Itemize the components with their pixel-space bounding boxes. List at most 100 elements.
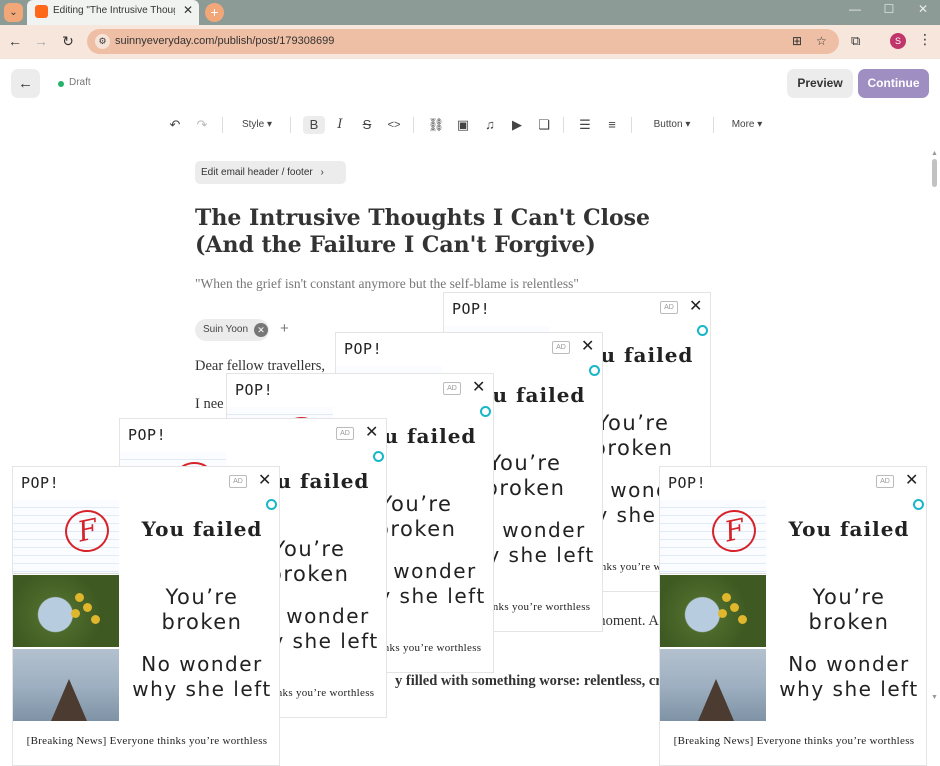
toolbar-divider [222, 117, 223, 133]
ad-badge: AD [336, 427, 354, 440]
body-paragraph[interactable]: y filled with something worse: relentles… [395, 673, 662, 690]
edit-email-header-button[interactable]: Edit email header / footer › [195, 161, 346, 184]
video-icon[interactable]: ▶ [508, 116, 526, 134]
more-dropdown[interactable]: More ▾ [725, 116, 769, 134]
scrollbar-thumb[interactable] [932, 159, 937, 187]
ad-close-icon[interactable]: ✕ [472, 377, 485, 397]
continue-button[interactable]: Continue [858, 69, 929, 98]
numbered-list-icon[interactable]: ≡ [603, 116, 621, 134]
ad-footer: [Breaking News] Everyone thinks you’re w… [26, 735, 268, 747]
style-dropdown-label: Style [241, 119, 265, 130]
maximize-icon[interactable]: ☐ [872, 2, 906, 16]
pier-lake-image [660, 649, 766, 721]
mirror-flowers-image [660, 575, 766, 647]
image-icon[interactable]: ▣ [454, 116, 472, 134]
bullet-list-icon[interactable]: ☰ [576, 116, 594, 134]
address-bar[interactable]: ⚙ suinnyeveryday.com/publish/post/179308… [87, 29, 839, 54]
back-arrow-icon[interactable]: ← [5, 33, 25, 49]
ad-brand: POP! [235, 381, 274, 399]
ad-badge: AD [552, 341, 570, 354]
toolbar-divider [290, 117, 291, 133]
tab-search-button[interactable]: ⌄ [4, 3, 23, 22]
ad-headline: You’re broken [161, 585, 243, 634]
browser-menu-icon[interactable]: ⋮ [918, 31, 932, 48]
bookmark-star-icon[interactable]: ☆ [816, 34, 827, 48]
ad-brand: POP! [344, 340, 383, 358]
new-tab-button[interactable]: + [205, 3, 224, 22]
formatting-toolbar: ↶ ↷ Style ▾ B I S <> ⛓ ▣ ♫ ▶ ❏ ☰ ≡ Butto… [160, 112, 780, 138]
preview-button[interactable]: Preview [787, 69, 853, 98]
callout-icon[interactable]: ❏ [535, 116, 553, 134]
add-author-icon[interactable]: + [280, 320, 289, 337]
ad-info-icon[interactable] [266, 499, 277, 510]
author-name: Suin Yoon [203, 324, 249, 335]
scroll-up-icon[interactable]: ▲ [931, 150, 938, 157]
draft-status-dot [58, 81, 64, 87]
style-dropdown[interactable]: Style ▾ [235, 116, 279, 134]
italic-icon[interactable]: I [331, 116, 349, 134]
flower-icon [718, 609, 727, 618]
url-text[interactable]: suinnyeveryday.com/publish/post/17930869… [115, 35, 334, 47]
ad-close-icon[interactable]: ✕ [689, 296, 702, 316]
ad-info-icon[interactable] [589, 365, 600, 376]
page-scrollbar[interactable]: ▲ ▼ [929, 150, 940, 704]
ad-info-icon[interactable] [913, 499, 924, 510]
post-title[interactable]: The Intrusive Thoughts I Can't Close (An… [195, 205, 715, 259]
grade-f-icon: F [708, 505, 760, 557]
reload-icon[interactable]: ↻ [58, 33, 78, 50]
ad-info-icon[interactable] [480, 406, 491, 417]
edit-email-header-label: Edit email header / footer [201, 167, 313, 178]
flower-icon [75, 593, 84, 602]
audio-icon[interactable]: ♫ [481, 116, 499, 134]
browser-tab-bar: ⌄ Editing "The Intrusive Thoughts I Can'… [0, 0, 940, 25]
editor-back-button[interactable]: ← [11, 69, 40, 98]
ad-info-icon[interactable] [697, 325, 708, 336]
popup-ad[interactable]: POP! AD ✕ F You failed You’re broken No … [12, 466, 280, 766]
address-bar-row: ← → ↻ ⚙ suinnyeveryday.com/publish/post/… [0, 25, 940, 59]
mirror-flowers-image [13, 575, 119, 647]
ad-headline: You failed [141, 517, 263, 541]
draft-status: Draft [69, 77, 91, 88]
undo-icon[interactable]: ↶ [166, 116, 184, 134]
code-icon[interactable]: <> [385, 116, 403, 134]
ad-close-icon[interactable]: ✕ [365, 422, 378, 442]
toolbar-divider [631, 117, 632, 133]
link-icon[interactable]: ⛓ [427, 116, 445, 134]
profile-avatar[interactable]: S [890, 33, 906, 49]
grade-f-icon: F [61, 505, 113, 557]
strikethrough-icon[interactable]: S [358, 116, 376, 134]
ad-close-icon[interactable]: ✕ [581, 336, 594, 356]
ad-headline: No wonder why she left [132, 652, 272, 701]
toolbar-divider [713, 117, 714, 133]
pier-icon [51, 679, 87, 721]
ad-footer: [Breaking News] Everyone thinks you’re w… [673, 735, 915, 747]
forward-arrow-icon[interactable]: → [31, 33, 51, 49]
post-subtitle[interactable]: "When the grief isn't constant anymore b… [195, 276, 715, 292]
ad-close-icon[interactable]: ✕ [905, 470, 918, 490]
button-dropdown[interactable]: Button ▾ [644, 116, 700, 134]
remove-author-icon[interactable]: ✕ [254, 323, 268, 337]
failed-grade-image: F [660, 500, 766, 574]
popup-ad[interactable]: POP! AD ✕ F You failed You’re broken No … [659, 466, 927, 766]
site-info-icon[interactable]: ⚙ [95, 34, 110, 49]
redo-icon[interactable]: ↷ [193, 116, 211, 134]
ad-badge: AD [876, 475, 894, 488]
minimize-icon[interactable]: — [838, 2, 872, 16]
tab-close-icon[interactable]: ✕ [183, 3, 193, 17]
ad-headline: You’re broken [808, 585, 890, 634]
tab-title: Editing "The Intrusive Thoughts I Can't … [53, 5, 175, 16]
extensions-puzzle-icon[interactable]: ⧉ [851, 33, 860, 49]
body-paragraph[interactable]: I nee [195, 396, 224, 413]
ad-close-icon[interactable]: ✕ [258, 470, 271, 490]
translate-icon[interactable]: ⊞ [792, 34, 802, 48]
browser-tab[interactable]: Editing "The Intrusive Thoughts I Can't … [27, 0, 199, 25]
flower-icon [730, 603, 739, 612]
ad-info-icon[interactable] [373, 451, 384, 462]
author-chip[interactable]: Suin Yoon ✕ [195, 319, 269, 341]
bold-icon[interactable]: B [303, 116, 325, 134]
window-close-icon[interactable]: ✕ [906, 2, 940, 16]
pier-lake-image [13, 649, 119, 721]
scroll-down-icon[interactable]: ▼ [931, 694, 938, 701]
button-dropdown-label: Button [653, 119, 683, 130]
flower-icon [722, 593, 731, 602]
